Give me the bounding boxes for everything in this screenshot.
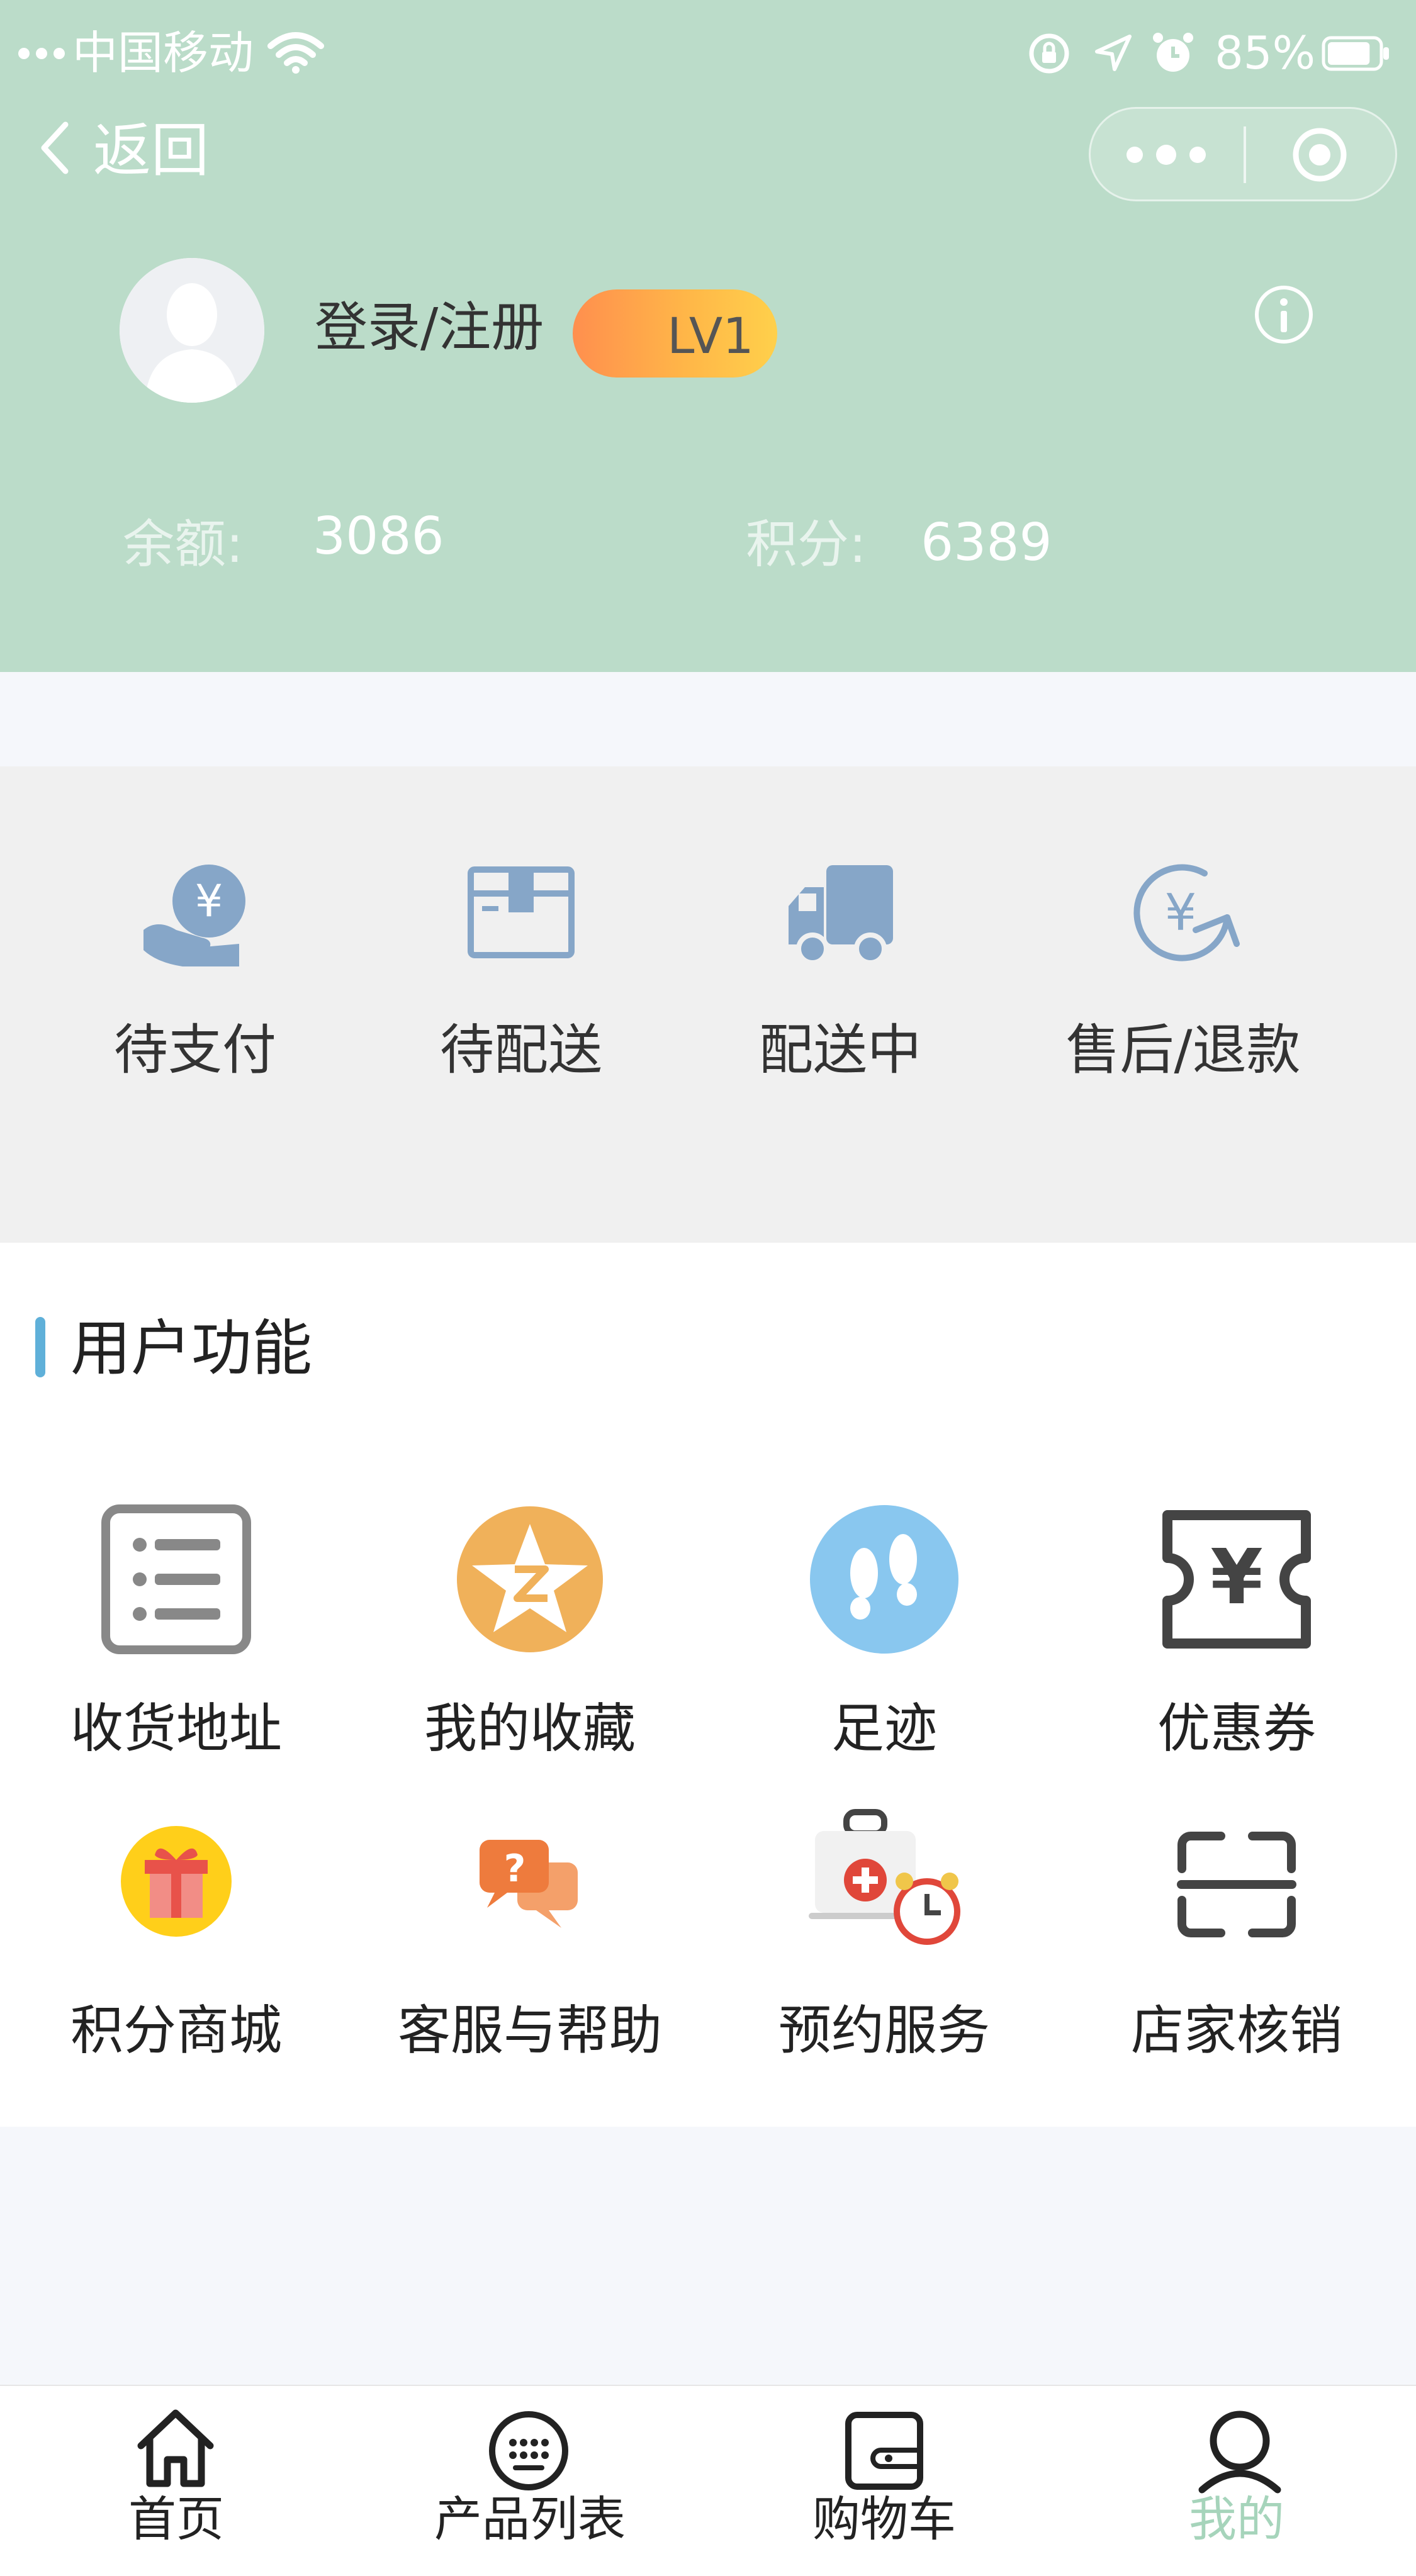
battery-icon: [1322, 35, 1391, 72]
record-circle-icon[interactable]: [1290, 125, 1350, 185]
coupon-icon[interactable]: ¥: [1161, 1504, 1312, 1655]
func-label[interactable]: 优惠券: [1060, 1702, 1413, 1755]
battery-percent: 85%: [1215, 26, 1316, 79]
order-label: 售后/退款: [1065, 1019, 1301, 1082]
points-label: 积分:: [746, 515, 867, 574]
location-arrow-icon: [1092, 33, 1133, 74]
balance-label: 余额:: [123, 515, 244, 574]
favorite-star-icon[interactable]: [454, 1504, 605, 1655]
order-label: 待支付: [114, 1019, 276, 1082]
avatar[interactable]: [120, 258, 264, 403]
more-dots-icon[interactable]: [1122, 139, 1210, 171]
back-chevron-icon[interactable]: [39, 120, 70, 176]
tab-mine[interactable]: 我的: [1060, 2495, 1413, 2543]
func-label[interactable]: 足迹: [708, 1702, 1060, 1755]
appointment-alarm-icon[interactable]: [809, 1806, 966, 1957]
func-label[interactable]: 收货地址: [0, 1702, 352, 1755]
balance-value[interactable]: 3086: [313, 511, 444, 563]
func-label[interactable]: 店家核销: [1060, 2004, 1413, 2057]
delivery-truck-icon: [784, 856, 897, 969]
carrier-name: 中国移动: [72, 26, 254, 79]
orientation-lock-icon: [1027, 31, 1071, 76]
address-list-icon[interactable]: [101, 1504, 252, 1655]
svg-text:¥: ¥: [1165, 883, 1197, 942]
cart-wallet-icon[interactable]: [843, 2410, 925, 2492]
svg-text:?: ?: [504, 1847, 526, 1891]
profile-icon[interactable]: [1196, 2407, 1284, 2495]
order-pending-payment[interactable]: ¥ 待支付: [57, 856, 334, 1077]
home-icon[interactable]: [135, 2407, 216, 2489]
scan-icon[interactable]: [1177, 1831, 1296, 1938]
order-in-delivery[interactable]: 配送中: [702, 856, 979, 1077]
alarm-icon: [1150, 30, 1196, 76]
order-label: 配送中: [759, 1019, 921, 1082]
svg-text:¥: ¥: [1210, 1534, 1263, 1621]
func-label[interactable]: 积分商城: [0, 2004, 352, 2057]
section-accent-bar: [35, 1317, 45, 1377]
func-label[interactable]: 预约服务: [708, 2004, 1060, 2057]
order-pending-delivery[interactable]: 待配送: [383, 856, 660, 1077]
info-icon[interactable]: [1252, 283, 1315, 346]
section-title: 用户功能: [70, 1313, 312, 1384]
help-chat-icon[interactable]: ?: [473, 1837, 580, 1932]
func-label[interactable]: 客服与帮助: [354, 2004, 706, 2057]
level-badge: LV1: [573, 289, 777, 378]
yen-hand-icon: ¥: [138, 856, 252, 969]
yen-refund-icon: ¥: [1127, 856, 1240, 969]
level-badge-text: LV1: [667, 308, 754, 365]
capsule-divider: [1244, 126, 1246, 183]
mini-program-capsule: [1089, 107, 1397, 201]
product-list-icon[interactable]: [488, 2410, 570, 2492]
default-avatar-icon: [120, 258, 264, 403]
login-register-link[interactable]: 登录/注册: [315, 301, 544, 354]
tab-product-list[interactable]: 产品列表: [354, 2495, 706, 2543]
gift-icon[interactable]: [120, 1825, 233, 1938]
wifi-icon: [267, 28, 324, 74]
tab-cart[interactable]: 购物车: [708, 2495, 1060, 2543]
signal-dots-icon: [18, 44, 68, 63]
tab-home[interactable]: 首页: [0, 2495, 352, 2543]
order-after-sale-refund[interactable]: ¥ 售后/退款: [1045, 856, 1322, 1077]
points-value[interactable]: 6389: [921, 517, 1052, 569]
footprints-icon[interactable]: [809, 1504, 960, 1655]
func-label[interactable]: 我的收藏: [354, 1702, 706, 1755]
order-label: 待配送: [440, 1019, 602, 1082]
package-box-icon: [464, 856, 578, 969]
svg-text:¥: ¥: [195, 875, 223, 927]
back-button[interactable]: 返回: [93, 122, 209, 180]
